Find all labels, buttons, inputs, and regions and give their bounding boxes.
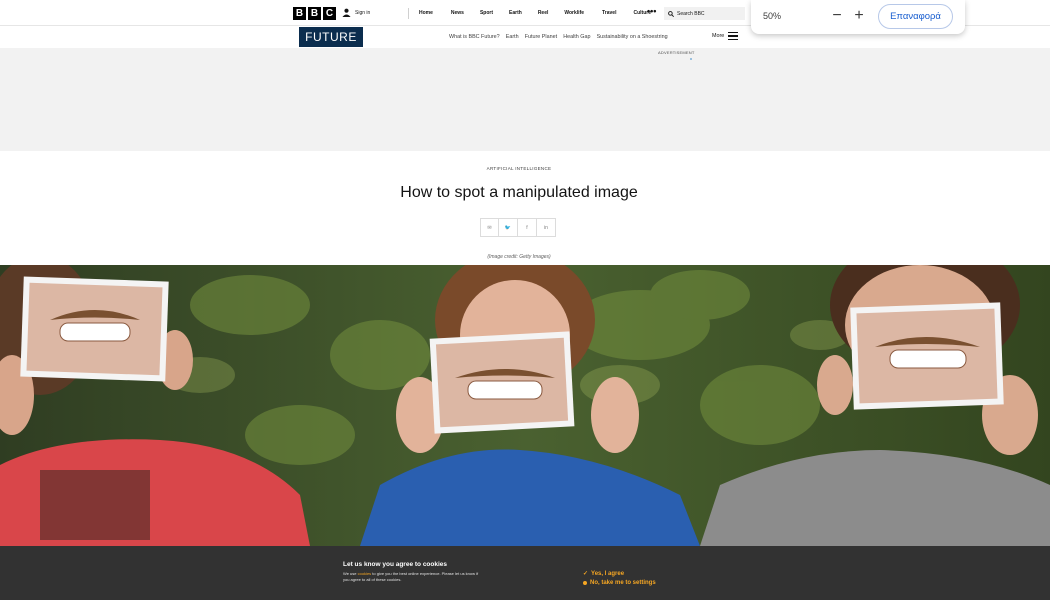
linkedin-share-icon[interactable]: in [537, 218, 556, 237]
nav-link-earth[interactable]: Earth [509, 10, 522, 16]
future-link-what-is[interactable]: What is BBC Future? [449, 34, 500, 40]
sign-in-link[interactable]: Sign in [342, 8, 370, 17]
advertisement-label: ADVERTISEMENT [658, 50, 695, 55]
cookies-link[interactable]: cookies [358, 571, 372, 576]
zoom-popup: 50% − + Επαναφορά [751, 0, 965, 34]
advertisement-area [0, 48, 1050, 151]
search-input[interactable]: Search BBC [664, 7, 745, 20]
zoom-in-button[interactable]: + [853, 6, 865, 26]
twitter-share-icon[interactable]: 🐦 [499, 218, 518, 237]
nav-link-home[interactable]: Home [419, 10, 433, 16]
cookie-title: Let us know you agree to cookies [343, 561, 448, 568]
future-nav-links: What is BBC Future? Earth Future Planet … [449, 34, 672, 40]
cookie-agree-label: Yes, I agree [591, 570, 625, 577]
bullet-icon [583, 581, 587, 585]
cookie-agree-button[interactable]: ✓ Yes, I agree [583, 570, 625, 578]
bbc-logo-letter-3: C [323, 7, 336, 20]
zoom-level: 50% [763, 11, 782, 21]
ad-loading-dot [690, 58, 692, 60]
article-headline: How to spot a manipulated image [400, 184, 638, 201]
zoom-out-button[interactable]: − [831, 6, 843, 26]
future-link-earth[interactable]: Earth [506, 34, 519, 40]
hamburger-icon [728, 32, 739, 40]
hero-illustration [0, 265, 1050, 546]
future-more-label: More [712, 33, 725, 39]
global-nav-links: Home News Sport Earth Reel Worklife Trav… [419, 10, 651, 16]
future-link-sustainability[interactable]: Sustainability on a Shoestring [597, 34, 668, 40]
cookie-settings-label: No, take me to settings [590, 580, 656, 586]
share-buttons: ✉ 🐦 f in [480, 218, 556, 237]
hero-image [0, 265, 1050, 546]
more-menu-icon[interactable]: ••• [647, 6, 656, 16]
nav-link-reel[interactable]: Reel [538, 10, 549, 16]
image-credit: (Image credit: Getty Images) [487, 254, 551, 260]
bbc-logo[interactable]: B B C [293, 7, 336, 20]
email-share-icon[interactable]: ✉ [480, 218, 499, 237]
bbc-logo-letter-1: B [293, 7, 306, 20]
future-link-health-gap[interactable]: Health Gap [563, 34, 590, 40]
cookie-text-before: We use [343, 571, 358, 576]
zoom-reset-button[interactable]: Επαναφορά [878, 4, 953, 29]
nav-link-worklife[interactable]: Worklife [564, 10, 584, 16]
nav-divider [408, 8, 409, 19]
bbc-logo-letter-2: B [308, 7, 321, 20]
nav-link-travel[interactable]: Travel [602, 10, 616, 16]
facebook-share-icon[interactable]: f [518, 218, 537, 237]
search-icon [668, 10, 674, 17]
cookie-banner: Let us know you agree to cookies We use … [0, 546, 1050, 600]
future-link-future-planet[interactable]: Future Planet [525, 34, 557, 40]
search-placeholder: Search BBC [677, 10, 705, 17]
user-icon [342, 8, 351, 17]
cookie-settings-button[interactable]: No, take me to settings [583, 580, 656, 586]
sign-in-label: Sign in [355, 9, 371, 16]
nav-link-news[interactable]: News [451, 10, 464, 16]
nav-link-sport[interactable]: Sport [480, 10, 493, 16]
article-kicker[interactable]: ARTIFICIAL INTELLIGENCE [0, 166, 1038, 171]
cookie-text: We use cookies to give you the best onli… [343, 571, 483, 583]
checkmark-icon: ✓ [583, 571, 589, 577]
future-logo[interactable]: FUTURE [299, 27, 363, 47]
future-more-button[interactable]: More [712, 32, 739, 40]
